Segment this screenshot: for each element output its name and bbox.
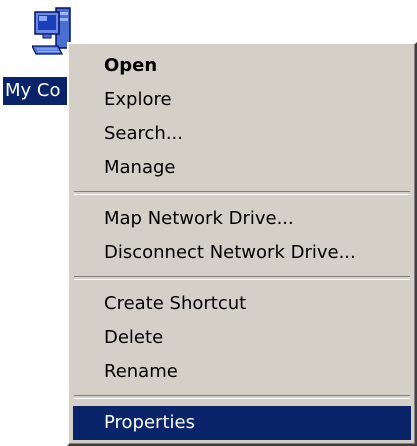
menu-item-open[interactable]: Open — [73, 49, 411, 83]
menu-item-explore[interactable]: Explore — [73, 83, 411, 117]
menu-item-search[interactable]: Search... — [73, 117, 411, 151]
menu-item-manage[interactable]: Manage — [73, 151, 411, 185]
menu-item-create-shortcut[interactable]: Create Shortcut — [73, 287, 411, 321]
desktop-icon-label[interactable]: My Co — [3, 77, 67, 105]
menu-item-delete[interactable]: Delete — [73, 321, 411, 355]
menu-item-properties[interactable]: Properties — [73, 406, 411, 440]
menu-item-map-network-drive[interactable]: Map Network Drive... — [73, 202, 411, 236]
desktop: My Co Open Explore Search... Manage Map … — [0, 0, 417, 446]
menu-item-rename[interactable]: Rename — [73, 355, 411, 389]
menu-separator — [74, 276, 410, 280]
menu-separator — [74, 395, 410, 399]
menu-item-disconnect-network-drive[interactable]: Disconnect Network Drive... — [73, 236, 411, 270]
context-menu: Open Explore Search... Manage Map Networ… — [67, 42, 417, 446]
menu-separator — [74, 191, 410, 195]
